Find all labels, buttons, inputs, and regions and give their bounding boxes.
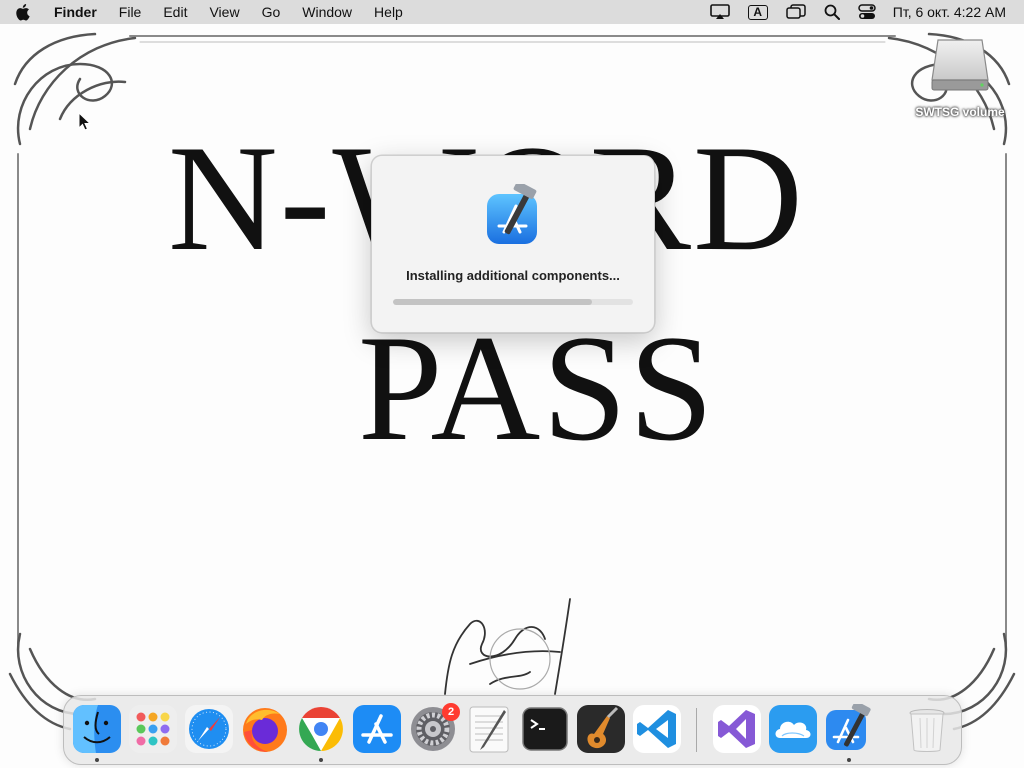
menu-file[interactable]: File: [108, 4, 153, 20]
wallpaper-title-line2: PASS: [358, 304, 716, 472]
dock-firefox[interactable]: [240, 704, 290, 754]
dock-finder[interactable]: [72, 704, 122, 754]
chrome-icon: [299, 707, 343, 751]
control-center-icon[interactable]: [858, 4, 876, 20]
cleanmymac-icon: [769, 705, 817, 753]
install-progress-fill: [393, 299, 593, 305]
menu-view[interactable]: View: [198, 4, 250, 20]
dock-chrome[interactable]: [296, 704, 346, 754]
running-indicator-chrome: [319, 758, 323, 762]
menu-bar: Finder File Edit View Go Window Help A П…: [0, 0, 1024, 24]
trash-icon: [909, 709, 945, 752]
desktop: N-WORD PASS SWTSG volume: [0, 24, 1024, 768]
status-area: A Пт, 6 окт. 4:22 AM: [701, 0, 1024, 24]
garageband-icon: [577, 705, 625, 753]
menu-help[interactable]: Help: [363, 4, 414, 20]
drive-label: SWTSG volume: [915, 105, 1005, 119]
install-message: Installing additional components...: [406, 268, 620, 283]
terminal-icon: [522, 707, 568, 751]
dock-visual-studio[interactable]: [712, 704, 762, 754]
apple-menu-icon[interactable]: [14, 3, 40, 21]
dock-vscode[interactable]: [632, 704, 682, 754]
vscode-icon: [633, 705, 681, 753]
visual-studio-icon: [713, 705, 761, 753]
screen-mirror-icon[interactable]: [786, 4, 806, 20]
input-source-icon[interactable]: A: [747, 4, 768, 20]
mouse-cursor-icon: [78, 112, 92, 131]
dock: [63, 695, 962, 765]
dock-launchpad[interactable]: [128, 704, 178, 754]
dock-garageband[interactable]: [576, 704, 626, 754]
menu-window[interactable]: Window: [291, 4, 363, 20]
external-drive-icon: [931, 39, 989, 91]
display-icon[interactable]: [709, 4, 730, 20]
running-indicator-xcode: [847, 758, 851, 762]
install-progress-bar: [393, 299, 633, 305]
dock-app-store[interactable]: [352, 704, 402, 754]
menu-go[interactable]: Go: [251, 4, 292, 20]
menu-clock[interactable]: Пт, 6 окт. 4:22 AM: [893, 4, 1006, 20]
safari-icon: [185, 705, 233, 753]
firefox-icon: [243, 708, 287, 752]
install-components-dialog: Installing additional components...: [371, 155, 655, 333]
running-indicator-finder: [95, 758, 99, 762]
xcode-dock-icon: [826, 704, 871, 750]
launchpad-icon: [129, 705, 177, 753]
desktop-drive[interactable]: SWTSG volume: [908, 36, 1012, 119]
xcode-icon: [487, 184, 537, 244]
dock-trash[interactable]: [902, 704, 952, 754]
dock-textedit[interactable]: [464, 704, 514, 754]
spotlight-search-icon[interactable]: [824, 4, 840, 20]
finder-icon: [73, 705, 121, 753]
menu-app-name[interactable]: Finder: [40, 4, 108, 20]
dock-xcode[interactable]: [824, 704, 874, 754]
textedit-icon: [469, 706, 509, 753]
menu-edit[interactable]: Edit: [152, 4, 198, 20]
dock-separator: [696, 708, 697, 752]
input-source-letter: A: [753, 5, 763, 19]
app-store-icon: [353, 705, 401, 753]
dock-safari[interactable]: [184, 704, 234, 754]
settings-update-badge: 2: [442, 703, 460, 721]
dock-terminal[interactable]: [520, 704, 570, 754]
dock-cleanmymac[interactable]: [768, 704, 818, 754]
